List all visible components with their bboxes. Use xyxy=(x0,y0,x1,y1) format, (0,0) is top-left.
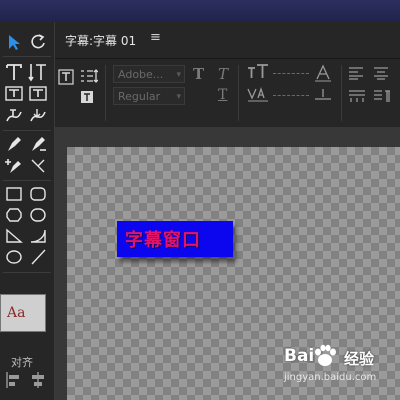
paw-icon xyxy=(312,344,338,372)
font-family-dropdown[interactable]: Adobe... ▾ xyxy=(113,65,185,83)
tools-divider xyxy=(3,180,51,181)
title-panel: 字幕:字幕 01 ≡ Adobe... ▾ Regular ▾ T T T 字幕… xyxy=(55,22,400,400)
templates-icon[interactable] xyxy=(80,89,98,105)
arc-tool-icon[interactable] xyxy=(28,226,48,246)
vertical-path-type-tool-icon[interactable] xyxy=(28,106,48,126)
leading-icon[interactable] xyxy=(313,63,333,83)
rotation-tool-icon[interactable] xyxy=(28,32,48,52)
tools-divider xyxy=(3,56,51,57)
ellipse-tool-icon[interactable] xyxy=(4,247,24,267)
vertical-area-type-tool-icon[interactable] xyxy=(28,84,48,104)
subtitle-text: 字幕窗口 xyxy=(125,230,201,251)
area-type-tool-icon[interactable] xyxy=(4,84,24,104)
toolbar-separator xyxy=(105,65,106,121)
align-text-center-icon[interactable] xyxy=(373,66,389,80)
font-style-value: Regular xyxy=(118,90,161,103)
font-style-dropdown[interactable]: Regular ▾ xyxy=(113,87,185,105)
kerning-icon[interactable] xyxy=(247,86,269,102)
baseline-shift-icon[interactable] xyxy=(313,87,333,101)
title-toolbar: Adobe... ▾ Regular ▾ T T T xyxy=(55,58,400,128)
baidu-jingyan-watermark: Bai 经验 jingyan.baidu.com xyxy=(282,344,396,398)
toolbar-separator xyxy=(341,65,342,121)
font-size-icon[interactable] xyxy=(247,63,269,81)
window-titlebar xyxy=(0,0,400,22)
tools-panel: Aa 对齐 xyxy=(0,22,55,400)
line-tool-icon[interactable] xyxy=(28,247,48,267)
hamburger-menu-icon[interactable]: ≡ xyxy=(150,30,161,45)
convert-anchor-tool-icon[interactable] xyxy=(28,156,48,176)
subtitle-text-box[interactable]: 字幕窗口 xyxy=(117,221,233,257)
italic-icon[interactable]: T xyxy=(218,65,228,83)
tools-divider xyxy=(3,130,51,131)
underline-icon[interactable]: T xyxy=(218,87,227,103)
new-title-icon[interactable] xyxy=(58,69,74,85)
selection-tool-icon[interactable] xyxy=(4,32,24,52)
wedge-tool-icon[interactable] xyxy=(4,226,24,246)
path-type-tool-icon[interactable] xyxy=(4,106,24,126)
roll-crawl-options-icon[interactable] xyxy=(80,68,98,84)
align-left-icon[interactable] xyxy=(4,370,24,390)
rounded-rectangle-tool-icon[interactable] xyxy=(28,184,48,204)
font-family-value: Adobe... xyxy=(118,68,164,81)
align-text-left-icon[interactable] xyxy=(348,66,364,80)
show-background-video-icon[interactable] xyxy=(373,89,391,103)
panel-tab-bar: 字幕:字幕 01 ≡ xyxy=(55,22,400,58)
watermark-url: jingyan.baidu.com xyxy=(284,372,377,383)
tools-divider xyxy=(3,272,51,273)
bold-icon[interactable]: T xyxy=(193,65,204,83)
align-label: 对齐 xyxy=(11,356,33,369)
vertical-type-tool-icon[interactable] xyxy=(28,62,48,82)
delete-anchor-tool-icon[interactable] xyxy=(28,134,48,154)
align-center-icon[interactable] xyxy=(28,370,48,390)
toolbar-separator xyxy=(238,65,239,121)
watermark-brand-text: 经验 xyxy=(344,350,375,368)
rectangle-tool-icon[interactable] xyxy=(4,184,24,204)
kerning-field[interactable] xyxy=(273,95,309,97)
panel-title[interactable]: 字幕:字幕 01 xyxy=(65,32,136,49)
style-sample-swatch[interactable]: Aa xyxy=(0,294,46,332)
pen-tool-icon[interactable] xyxy=(4,134,24,154)
type-tool-icon[interactable] xyxy=(4,62,24,82)
add-anchor-tool-icon[interactable] xyxy=(4,156,24,176)
clipped-corner-rectangle-tool-icon[interactable] xyxy=(4,205,24,225)
watermark-logo-text: Bai xyxy=(284,346,315,366)
rounded-corner-rectangle-tool-icon[interactable] xyxy=(28,205,48,225)
tab-stops-icon[interactable] xyxy=(348,89,366,103)
font-size-field[interactable] xyxy=(273,73,309,75)
